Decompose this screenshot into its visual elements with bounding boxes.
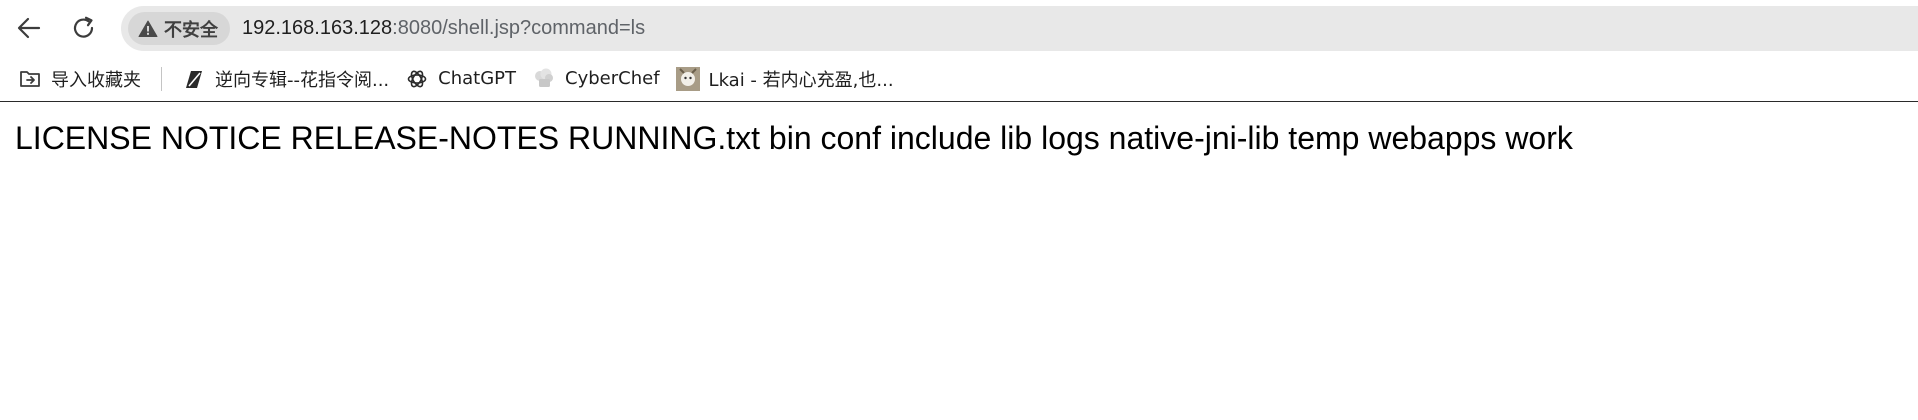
bookmark-label: Lkai - 若内心充盈,也... — [708, 69, 894, 91]
bookmarks-divider — [161, 66, 162, 91]
import-bookmarks-label: 导入收藏夹 — [51, 69, 141, 91]
command-output: LICENSE NOTICE RELEASE-NOTES RUNNING.txt… — [15, 120, 1573, 156]
bookmark-item-cyberchef[interactable]: CyberChef — [524, 62, 668, 96]
browser-toolbar: 不安全 192.168.163.128:8080/shell.jsp?comma… — [0, 0, 1918, 56]
bookmark-item-chatgpt[interactable]: ChatGPT — [397, 62, 524, 96]
chatgpt-icon — [405, 67, 429, 91]
bookmark-label: 逆向专辑--花指令阅... — [215, 69, 390, 91]
bookmarks-bar: 导入收藏夹 逆向专辑--花指令阅... ChatGPT CyberChef Lk… — [0, 56, 1918, 102]
arrow-left-icon — [17, 17, 41, 39]
feather-icon — [182, 67, 206, 91]
url-path: :8080/shell.jsp?command=ls — [392, 17, 646, 39]
bookmark-label: ChatGPT — [438, 68, 517, 89]
import-bookmarks-button[interactable]: 导入收藏夹 — [10, 62, 149, 96]
security-label: 不安全 — [164, 19, 218, 41]
bookmark-item-reverse-album[interactable]: 逆向专辑--花指令阅... — [174, 62, 397, 96]
bookmark-label: CyberChef — [565, 68, 660, 89]
url-host: 192.168.163.128 — [242, 17, 393, 39]
import-icon — [18, 67, 42, 91]
back-button[interactable] — [11, 10, 47, 46]
reload-icon — [73, 16, 94, 38]
warning-icon — [138, 20, 158, 37]
reload-button[interactable] — [66, 10, 102, 46]
url-text[interactable]: 192.168.163.128:8080/shell.jsp?command=l… — [242, 17, 645, 40]
bookmark-item-lkai[interactable]: Lkai - 若内心充盈,也... — [668, 62, 902, 96]
security-chip[interactable]: 不安全 — [128, 12, 230, 45]
avatar-icon — [675, 66, 700, 91]
chef-hat-icon — [532, 67, 556, 91]
address-bar[interactable]: 不安全 192.168.163.128:8080/shell.jsp?comma… — [121, 6, 1918, 51]
